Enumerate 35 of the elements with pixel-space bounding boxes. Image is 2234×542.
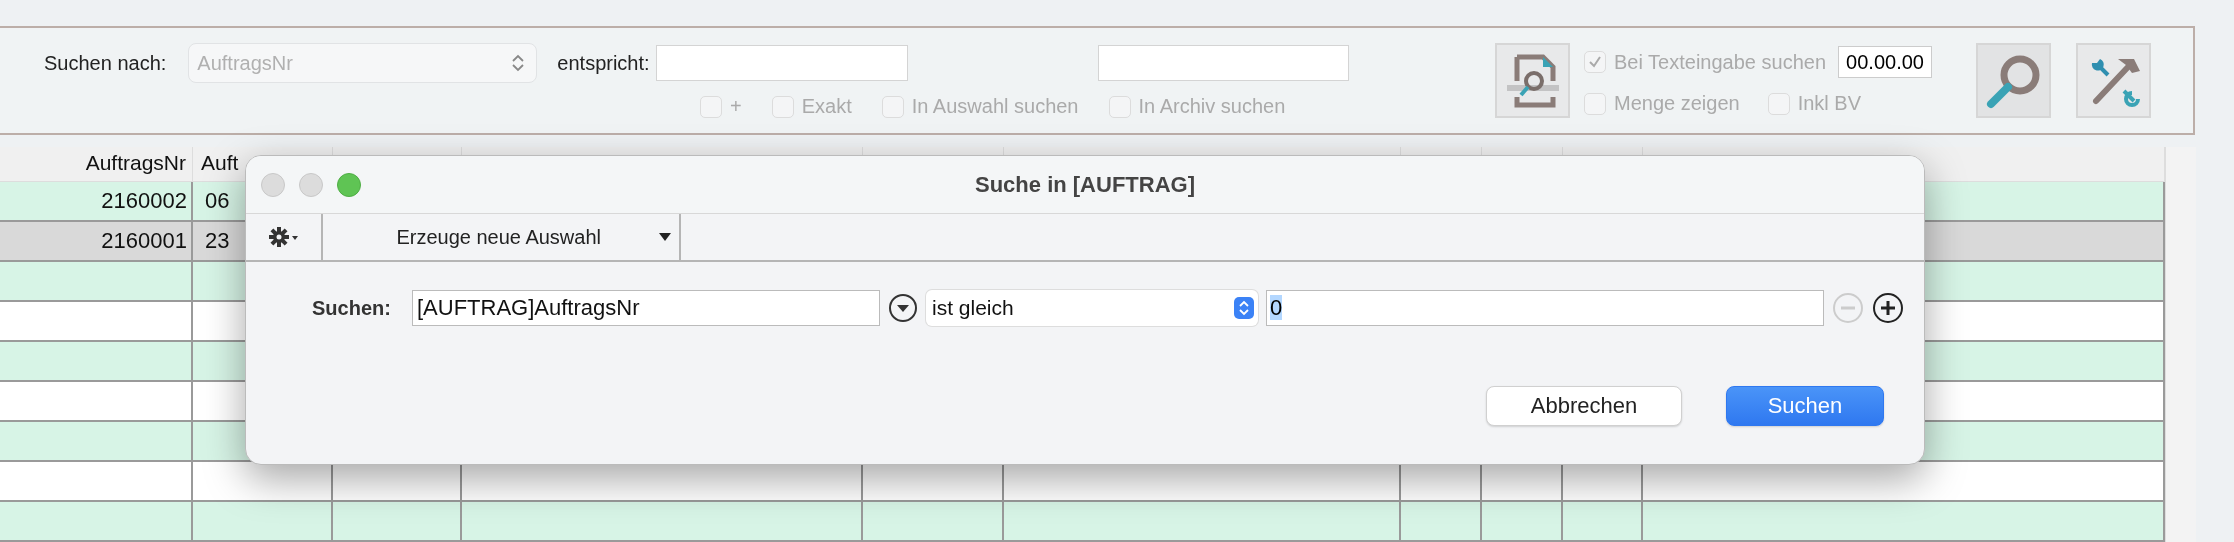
gear-icon	[268, 226, 299, 248]
add-icon[interactable]	[1872, 292, 1904, 324]
tools-button[interactable]	[2076, 43, 2151, 118]
dialog-title: Suche in [AUFTRAG]	[975, 171, 1195, 198]
caret-icon	[659, 232, 671, 242]
table-row[interactable]	[0, 462, 2165, 502]
zoom-button[interactable]	[337, 173, 361, 197]
date-field[interactable]: 00.00.00	[1838, 46, 1932, 78]
table-cell: 23	[205, 228, 230, 253]
text-field[interactable]	[1097, 45, 1349, 81]
search-button[interactable]: Suchen	[1726, 386, 1884, 426]
value-field[interactable]: 0	[1266, 290, 1824, 326]
match-field[interactable]	[655, 45, 908, 81]
cancel-button[interactable]: Abbrechen	[1486, 386, 1682, 426]
search-by-label: Suchen nach:	[44, 51, 167, 75]
table-cell: 2160001	[101, 228, 187, 253]
close-button[interactable]	[261, 173, 285, 197]
document-search-button[interactable]	[1495, 43, 1570, 118]
search-button[interactable]	[1976, 43, 2051, 118]
criterion-label: Suchen:	[312, 296, 392, 320]
scrollbar[interactable]	[2165, 147, 2196, 542]
operator-dropdown[interactable]: ist gleich	[926, 290, 1258, 326]
table-cell: 06	[205, 188, 230, 213]
table-row[interactable]	[0, 502, 2165, 542]
column-header[interactable]: Auft	[201, 151, 239, 174]
minimize-button[interactable]	[299, 173, 323, 197]
stepper-icon	[1234, 297, 1254, 319]
column-header[interactable]: AuftragsNr	[85, 151, 186, 174]
match-label: entspricht:	[557, 51, 650, 75]
table-cell: 2160002	[101, 188, 187, 213]
dropdown-icon[interactable]	[888, 293, 918, 323]
mode-dropdown[interactable]: Erzeuge neue Auswahl	[323, 214, 681, 260]
chevron-icon	[512, 53, 525, 73]
field-name-field[interactable]: [AUFTRAG]AuftragsNr	[412, 290, 880, 326]
checkmark-icon	[1587, 54, 1603, 70]
